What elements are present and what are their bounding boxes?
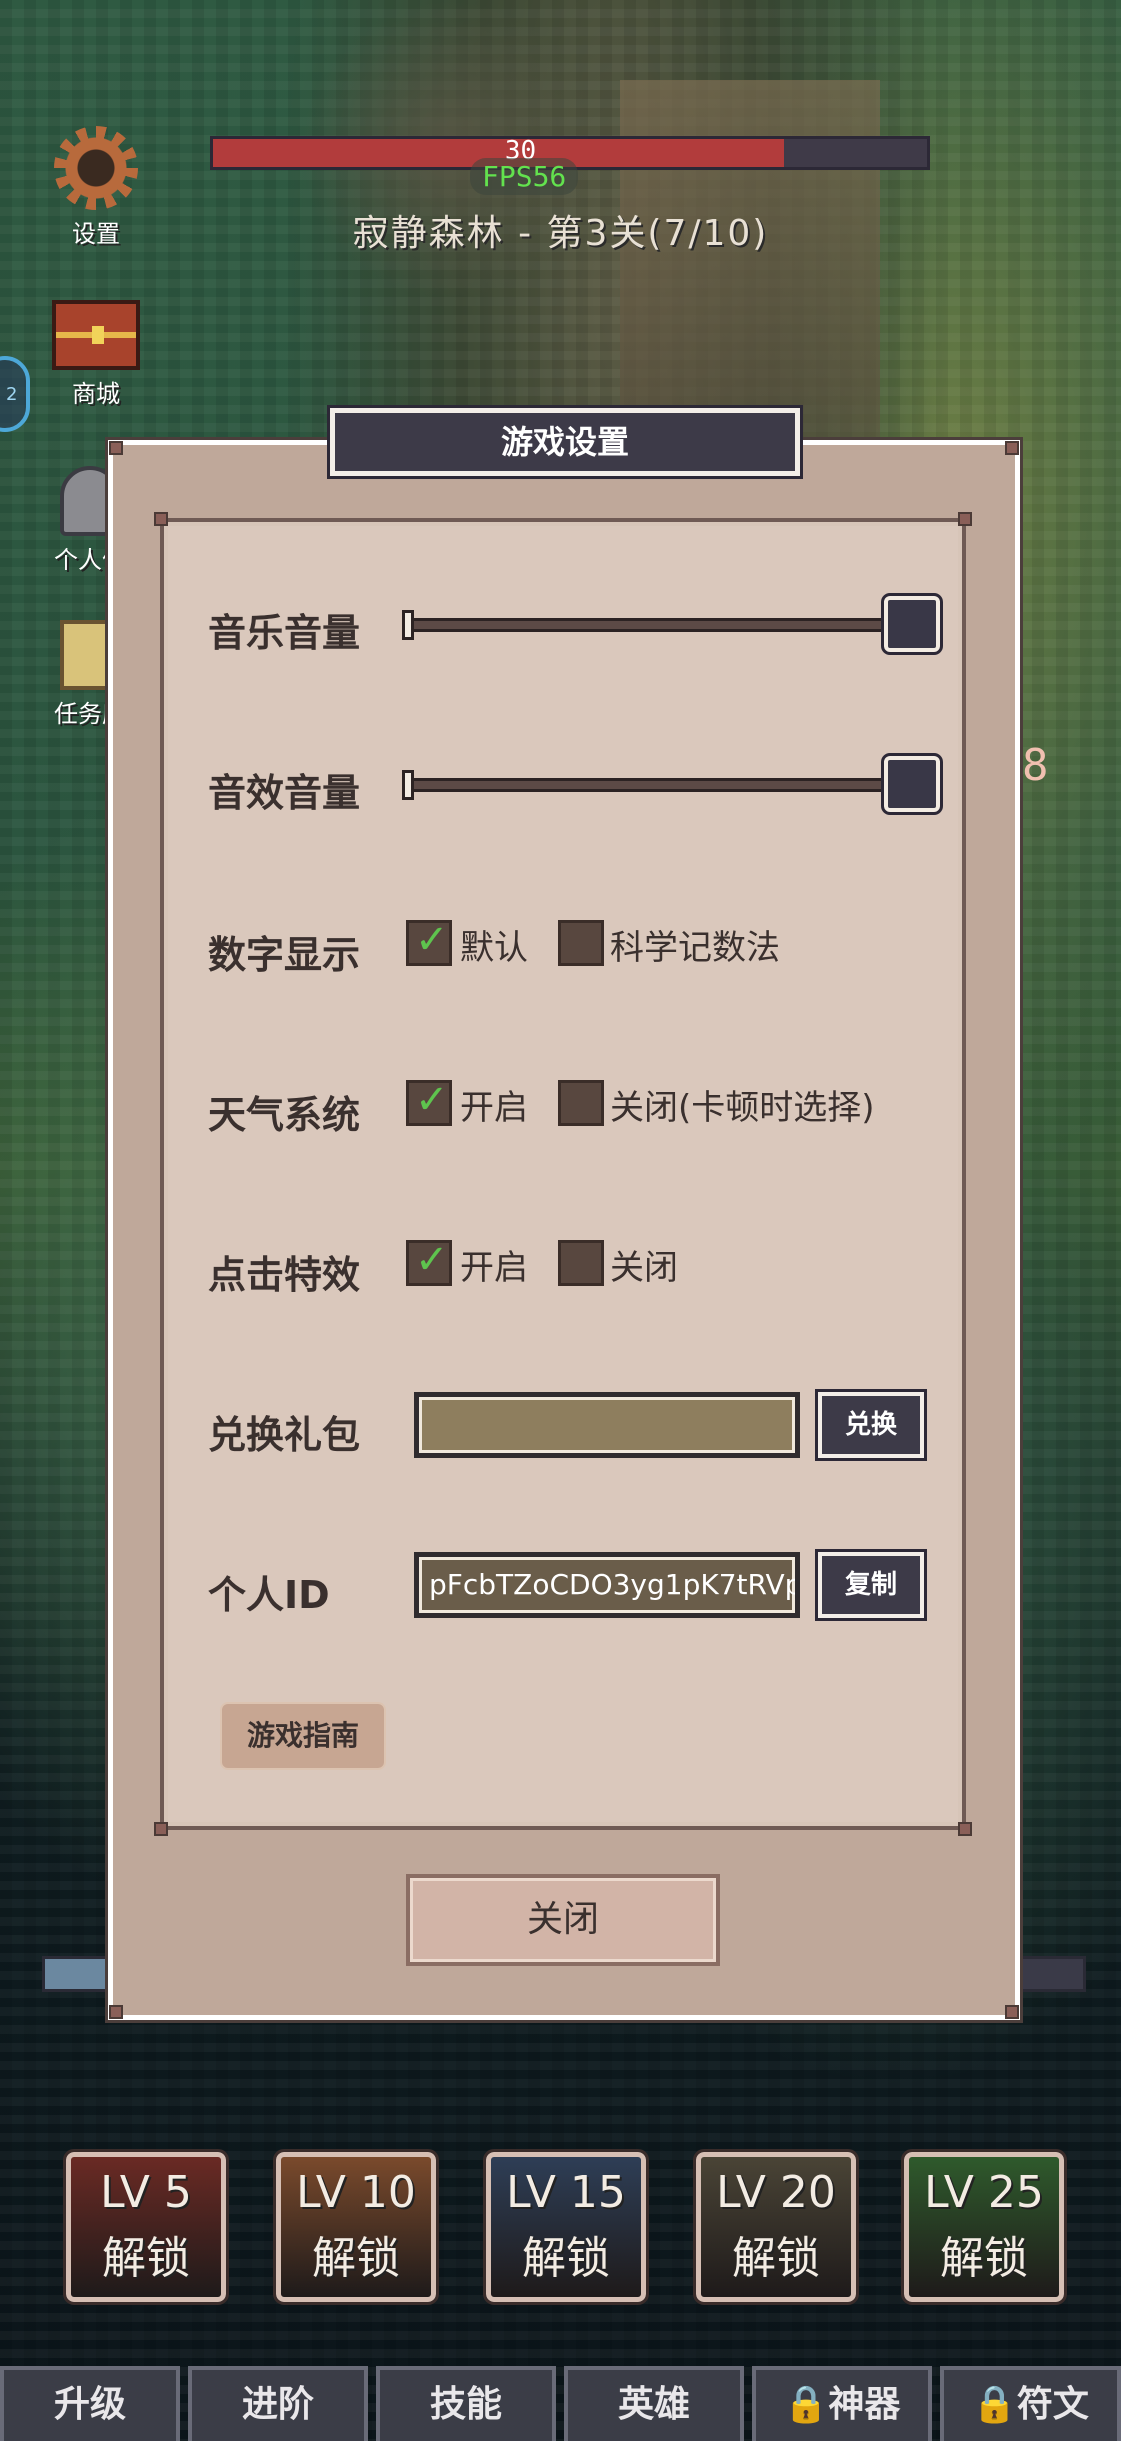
lv-card-level: LV 20: [716, 2167, 836, 2218]
sfx-volume-slider[interactable]: [402, 778, 902, 792]
modal-corner: [1005, 441, 1019, 455]
personal-id-field: pFcbTZoCDO3yg1pK7tRVp: [414, 1552, 800, 1618]
panel-corner: [958, 1822, 972, 1836]
redeem-button[interactable]: 兑换: [815, 1389, 927, 1461]
settings-button[interactable]: 设置: [36, 126, 156, 249]
sfx-volume-knob[interactable]: [881, 753, 943, 815]
number-sci-label: 科学记数法: [610, 928, 780, 968]
tab-heroes[interactable]: 英雄: [564, 2366, 744, 2441]
music-slider-cap: [402, 610, 414, 640]
lv-unlock-card[interactable]: LV 10 解锁: [273, 2149, 439, 2305]
xp-bar-right: [1016, 1956, 1086, 1992]
gift-code-input[interactable]: [414, 1392, 800, 1458]
music-volume-slider[interactable]: [402, 618, 902, 632]
tab-artifact[interactable]: 🔒神器: [752, 2366, 932, 2441]
lv-card-level: LV 25: [924, 2167, 1044, 2218]
lv-card-unlock-label: 解锁: [102, 2233, 190, 2284]
settings-label: 设置: [72, 220, 120, 248]
lv-card-unlock-label: 解锁: [940, 2233, 1028, 2284]
lv-card-unlock-label: 解锁: [732, 2233, 820, 2284]
panel-corner: [154, 512, 168, 526]
close-button[interactable]: 关闭: [406, 1874, 720, 1966]
sfx-volume-label: 音效音量: [208, 771, 361, 815]
lv-card-unlock-label: 解锁: [522, 2233, 610, 2284]
panel-corner: [958, 512, 972, 526]
music-volume-label: 音乐音量: [208, 611, 361, 655]
treasure-chest-icon: [52, 300, 140, 370]
settings-panel: [154, 512, 972, 1836]
number-display-label: 数字显示: [208, 933, 361, 977]
tab-upgrade[interactable]: 升级: [0, 2366, 180, 2441]
lv-card-level: LV 5: [100, 2167, 192, 2218]
xp-bar-left: [42, 1956, 114, 1992]
side-badge[interactable]: 2: [0, 356, 30, 432]
level-title: 寂静森林 - 第3关(7/10): [352, 213, 769, 254]
lv-unlock-card[interactable]: LV 5 解锁: [63, 2149, 229, 2305]
weather-off-label: 关闭(卡顿时选择): [610, 1088, 875, 1128]
weather-label: 天气系统: [208, 1093, 361, 1137]
gift-code-label: 兑换礼包: [208, 1413, 361, 1457]
modal-corner: [109, 441, 123, 455]
lv-unlock-card[interactable]: LV 25 解锁: [901, 2149, 1067, 2305]
click-effect-on-label: 开启: [460, 1248, 528, 1288]
bottom-tab-bar: 升级 进阶 技能 英雄 🔒神器 🔒符文: [0, 2366, 1121, 2441]
modal-corner: [1005, 2005, 1019, 2019]
weather-off-checkbox[interactable]: [558, 1080, 604, 1126]
shop-button[interactable]: 商城: [36, 300, 156, 409]
fps-counter: FPS56: [470, 158, 579, 195]
shop-label: 商城: [72, 380, 120, 408]
lv-unlock-card[interactable]: LV 20 解锁: [693, 2149, 859, 2305]
modal-corner: [109, 2005, 123, 2019]
weather-on-checkbox[interactable]: [406, 1077, 452, 1126]
sfx-slider-cap: [402, 770, 414, 800]
side-damage-number: 8: [1022, 740, 1049, 791]
click-effect-off-label: 关闭: [610, 1248, 678, 1288]
click-effect-off-checkbox[interactable]: [558, 1240, 604, 1286]
tab-rune[interactable]: 🔒符文: [940, 2366, 1121, 2441]
lv-card-level: LV 10: [296, 2167, 416, 2218]
game-guide-button[interactable]: 游戏指南: [220, 1702, 386, 1770]
tab-advance[interactable]: 进阶: [188, 2366, 368, 2441]
weather-on-label: 开启: [460, 1088, 528, 1128]
number-sci-checkbox[interactable]: [558, 920, 604, 966]
lv-card-level: LV 15: [506, 2167, 626, 2218]
copy-id-button[interactable]: 复制: [815, 1549, 927, 1621]
music-volume-fill: [405, 621, 899, 629]
gear-icon: [54, 126, 138, 210]
lv-unlock-card[interactable]: LV 15 解锁: [483, 2149, 649, 2305]
modal-title: 游戏设置: [327, 405, 803, 479]
number-default-checkbox[interactable]: [406, 917, 452, 966]
panel-corner: [154, 1822, 168, 1836]
music-volume-knob[interactable]: [881, 593, 943, 655]
personal-id-label: 个人ID: [208, 1573, 330, 1617]
click-effect-label: 点击特效: [208, 1253, 361, 1297]
click-effect-on-checkbox[interactable]: [406, 1237, 452, 1286]
number-default-label: 默认: [460, 928, 528, 968]
lv-card-unlock-label: 解锁: [312, 2233, 400, 2284]
tab-skills[interactable]: 技能: [376, 2366, 556, 2441]
